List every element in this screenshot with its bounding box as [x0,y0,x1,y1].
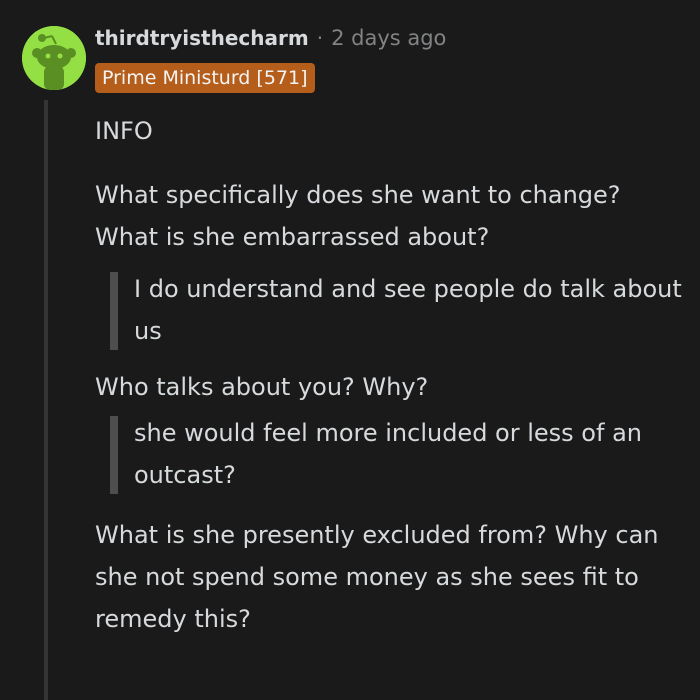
user-avatar[interactable] [22,26,86,90]
snoo-avatar-icon [22,26,86,90]
comment-header: thirdtryisthecharm · 2 days ago [95,22,446,54]
blockquote: I do understand and see people do talk a… [95,268,685,352]
separator-dot: · [316,26,324,50]
comment-paragraph: What specifically does she want to chang… [95,181,621,251]
comment-timestamp[interactable]: 2 days ago [331,26,446,50]
thread-collapse-line[interactable] [44,100,48,700]
comment-paragraph: Who talks about you? Why? [95,373,429,401]
username-link[interactable]: thirdtryisthecharm [95,26,309,50]
comment-paragraph: INFO [95,117,153,145]
comment-body: INFO What specifically does she want to … [95,110,685,640]
user-flair: Prime Ministurd [571] [95,63,315,93]
comment-paragraph: What is she presently excluded from? Why… [95,521,659,633]
blockquote: she would feel more included or less of … [95,412,685,496]
